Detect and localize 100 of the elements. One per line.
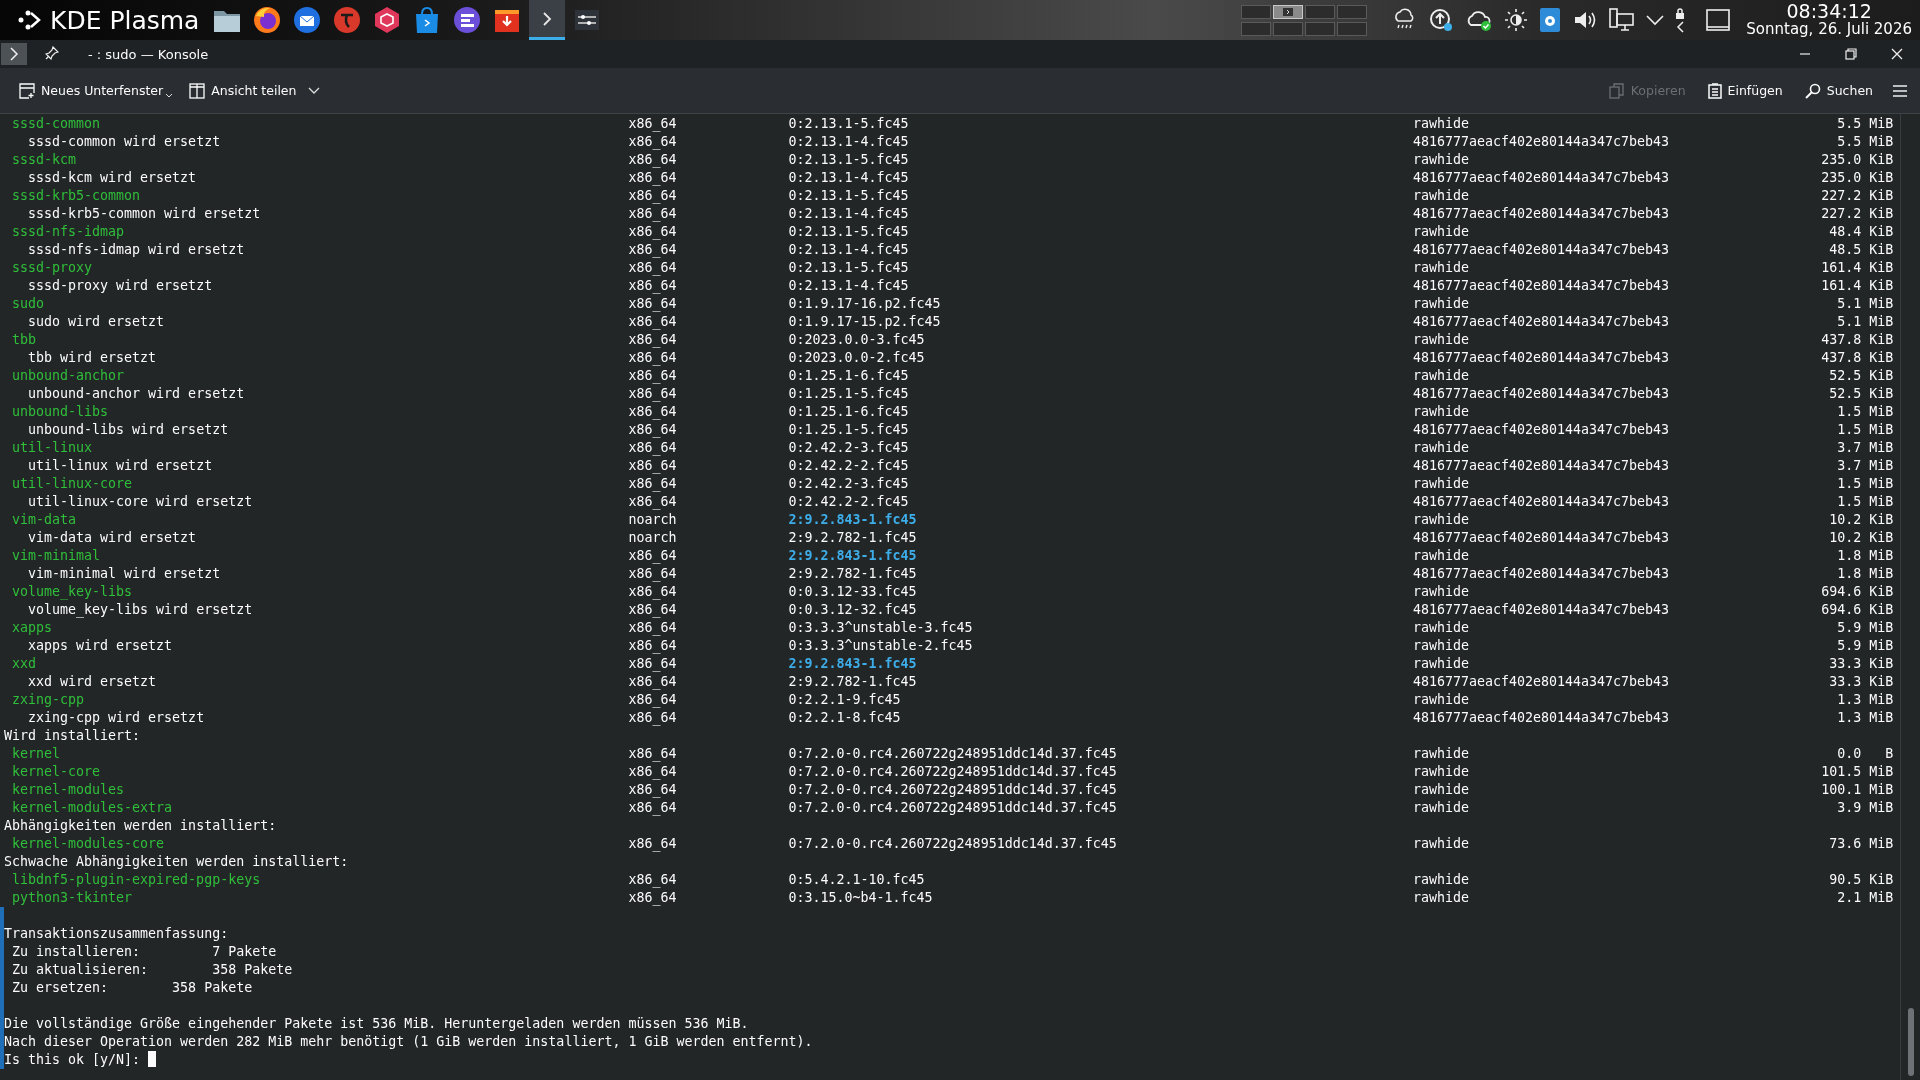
package-name: unbound-libs [11, 403, 110, 421]
package-name: kernel [11, 745, 62, 763]
version: 0:2.13.1-5.fc45 [788, 260, 909, 275]
version: 2:9.2.782-1.fc45 [788, 530, 917, 545]
repository: rawhide [1412, 781, 1470, 799]
architecture: x86_64 [628, 313, 678, 331]
architecture: x86_64 [628, 889, 678, 907]
version: 2:9.2.843-1.fc45 [788, 656, 917, 671]
repository: rawhide [1412, 295, 1470, 313]
repository: 4816777aeacf402e80144a347c7beb43 [1412, 529, 1671, 547]
package-size: 235.0 KiB [1820, 169, 1894, 187]
version: 2:9.2.782-1.fc45 [788, 566, 917, 581]
chevron-down-icon [308, 86, 321, 95]
toolbar-button[interactable]: Neues Unterfenster [14, 78, 179, 103]
architecture: x86_64 [628, 619, 678, 637]
repository: 4816777aeacf402e80144a347c7beb43 [1412, 313, 1671, 331]
package-name: sudo [11, 295, 46, 313]
architecture: x86_64 [628, 781, 678, 799]
repository: rawhide [1412, 637, 1470, 655]
version: 0:3.15.0~b4-1.fc45 [788, 890, 933, 905]
version: 0:0.3.12-32.fc45 [788, 602, 917, 617]
toolbar-button[interactable]: Suchen [1799, 78, 1878, 103]
package-name: sssd-proxy [11, 259, 94, 277]
repository: rawhide [1412, 511, 1470, 529]
repository: 4816777aeacf402e80144a347c7beb43 [1412, 673, 1671, 691]
replaced-package: sssd-proxy wird ersetzt [27, 277, 214, 295]
replaced-package: unbound-libs wird ersetzt [27, 421, 230, 439]
package-size: 1.5 MiB [1836, 421, 1894, 439]
package-name: xxd [11, 655, 38, 673]
text-cursor [148, 1051, 157, 1067]
output-line: Die vollständige Größe eingehender Pakete ist 536 MiB. Heruntergeladen werden müssen 536 MiB. [4, 1016, 749, 1031]
package-size: 100.1 MiB [1820, 781, 1894, 799]
clock-date[interactable]: Sonntag, 26. Juli 2026 [1746, 22, 1912, 38]
repository: rawhide [1412, 619, 1470, 637]
package-size: 227.2 KiB [1820, 187, 1894, 205]
repository: 4816777aeacf402e80144a347c7beb43 [1412, 601, 1671, 619]
package-size: 90.5 KiB [1828, 871, 1894, 889]
architecture: x86_64 [628, 295, 678, 313]
desktop-thumbnail[interactable] [1305, 4, 1336, 19]
update-icon [1428, 7, 1455, 33]
architecture: x86_64 [628, 745, 678, 763]
package-size: 48.5 KiB [1828, 241, 1894, 259]
shopping-bag-icon [414, 6, 441, 34]
version: 0:2.13.1-5.fc45 [788, 152, 909, 167]
launcher-label[interactable]: KDE Plasma [50, 5, 200, 35]
desktop-thumbnail[interactable] [1305, 21, 1336, 36]
repository: 4816777aeacf402e80144a347c7beb43 [1412, 565, 1671, 583]
taskbar-app-button[interactable] [529, 0, 566, 40]
toolbar-button[interactable]: Einfügen [1702, 78, 1788, 103]
package-size: 2.1 MiB [1836, 889, 1894, 907]
architecture: x86_64 [628, 835, 678, 853]
desktop-thumbnail[interactable] [1273, 21, 1304, 36]
desktop-thumbnail[interactable] [1337, 21, 1368, 36]
package-name: kernel-modules-extra [11, 799, 174, 817]
package-size: 3.9 MiB [1836, 799, 1894, 817]
architecture: x86_64 [628, 565, 678, 583]
architecture: x86_64 [628, 241, 678, 259]
package-size: 1.8 MiB [1836, 547, 1894, 565]
desktop-thumbnail[interactable] [1337, 4, 1368, 19]
package-size: 1.5 MiB [1836, 475, 1894, 493]
window-title: - : sudo — Konsole [88, 46, 209, 62]
architecture: x86_64 [628, 259, 678, 277]
replaced-package: zxing-cpp wird ersetzt [27, 709, 206, 727]
network-icon [1609, 7, 1636, 33]
scrollbar-thumb[interactable] [1907, 1008, 1914, 1076]
desktop-thumbnail[interactable] [1241, 4, 1272, 19]
package-size: 33.3 KiB [1828, 655, 1894, 673]
toolbar-button[interactable]: Ansicht teilen [184, 78, 326, 103]
package-name: vim-minimal [11, 547, 102, 565]
replaced-package: sssd-common wird ersetzt [27, 133, 222, 151]
architecture: x86_64 [628, 601, 678, 619]
close-icon [1891, 48, 1903, 60]
replaced-package: xapps wird ersetzt [27, 637, 174, 655]
show-desktop-icon [1706, 9, 1731, 31]
version: 0:7.2.0-0.rc4.260722g248951ddc14d.37.fc45 [788, 782, 1117, 797]
architecture: x86_64 [628, 349, 678, 367]
repository: rawhide [1412, 745, 1470, 763]
clock-time[interactable]: 08:34:12 [1786, 2, 1872, 23]
repository: rawhide [1412, 475, 1470, 493]
package-name: sssd-krb5-common [11, 187, 142, 205]
output-line: Schwache Abhängigkeiten werden installiert: [4, 854, 349, 869]
brightness-icon [1504, 8, 1529, 32]
repository: rawhide [1412, 187, 1470, 205]
version: 0:1.25.1-5.fc45 [788, 422, 909, 437]
window-menu-button[interactable] [1, 43, 27, 65]
version: 0:1.9.17-15.p2.fc45 [788, 314, 941, 329]
desktop-thumbnail[interactable] [1241, 21, 1272, 36]
output-line: Transaktionszusammenfassung: [4, 926, 229, 941]
package-size: 437.8 KiB [1820, 349, 1894, 367]
repository: 4816777aeacf402e80144a347c7beb43 [1412, 349, 1671, 367]
version: 0:2.13.1-5.fc45 [788, 116, 909, 131]
package-name: vim-data [11, 511, 78, 529]
output-line: Nach dieser Operation werden 282 MiB mehr benötigt (1 GiB werden installiert, 1 GiB werden entfernt). [4, 1034, 813, 1049]
version: 0:1.25.1-6.fc45 [788, 368, 909, 383]
search-icon [1804, 82, 1821, 99]
version: 0:2.42.2-3.fc45 [788, 440, 909, 455]
architecture: x86_64 [628, 331, 678, 349]
repository: 4816777aeacf402e80144a347c7beb43 [1412, 385, 1671, 403]
repository: rawhide [1412, 403, 1470, 421]
output-line: Wird installiert: [4, 728, 141, 743]
